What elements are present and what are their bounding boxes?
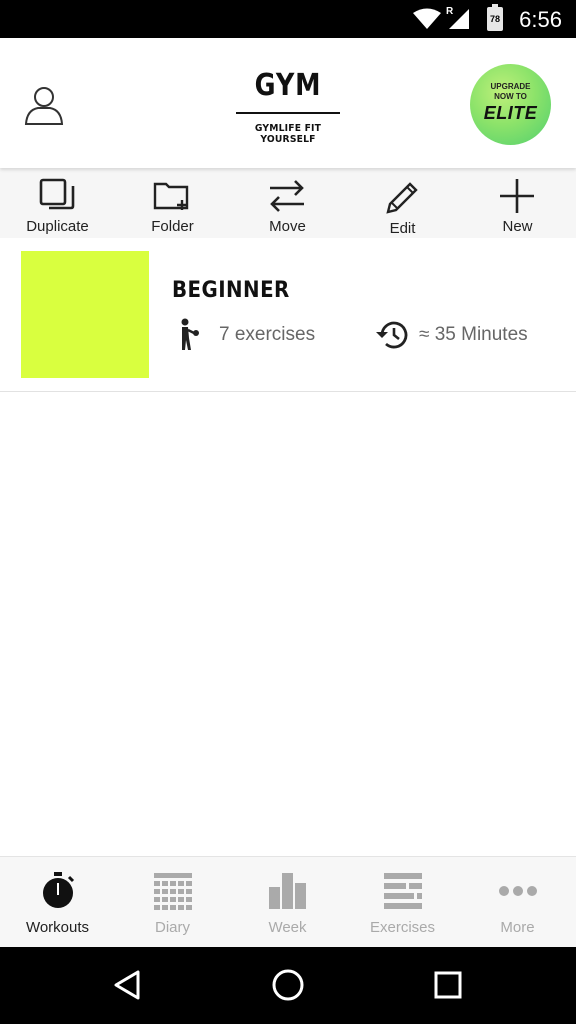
tab-workouts[interactable]: Workouts <box>0 857 115 948</box>
duplicate-icon <box>39 178 75 210</box>
history-clock-icon <box>376 321 408 349</box>
move-arrows-icon <box>270 180 304 212</box>
workout-item[interactable]: BEGINNER 7 exercises ≈ 35 Minutes <box>0 238 576 392</box>
bar-chart-icon <box>269 873 306 909</box>
duplicate-label: Duplicate <box>26 218 89 235</box>
folder-button[interactable]: Folder <box>115 168 230 238</box>
action-toolbar: Duplicate Folder Move Edit New <box>0 168 576 238</box>
calendar-grid-icon <box>154 873 192 910</box>
folder-label: Folder <box>151 218 194 235</box>
exercise-count: 7 exercises <box>219 324 316 345</box>
new-label: New <box>502 218 533 235</box>
profile-icon[interactable] <box>24 84 64 126</box>
tab-week-label: Week <box>268 919 307 936</box>
workout-name: BEGINNER <box>172 278 290 303</box>
plus-icon <box>500 179 534 213</box>
brand-tagline: GYMLIFE FIT YOURSELF <box>254 123 322 145</box>
workout-thumbnail <box>21 251 149 378</box>
wifi-icon <box>413 8 441 29</box>
tab-more[interactable]: More <box>460 857 575 948</box>
edit-label: Edit <box>389 220 416 237</box>
stopwatch-icon <box>43 872 75 908</box>
upgrade-line2: NOW TO <box>494 92 527 101</box>
upgrade-elite-button[interactable]: UPGRADE NOW TO ELITE <box>470 64 551 145</box>
edit-button[interactable]: Edit <box>345 168 460 238</box>
app-header: GYM GYMLIFE FIT YOURSELF UPGRADE NOW TO … <box>0 38 576 168</box>
tab-week[interactable]: Week <box>230 857 345 948</box>
person-exercise-icon <box>181 318 199 350</box>
tab-diary-label: Diary <box>154 919 190 936</box>
new-button[interactable]: New <box>460 168 575 238</box>
folder-add-icon <box>153 182 189 210</box>
home-icon <box>272 969 304 1001</box>
system-navigation-bar <box>0 947 576 1024</box>
status-bar: R 78 6:56 <box>0 0 576 38</box>
cell-signal-icon <box>449 9 469 29</box>
clock: 6:56 <box>519 7 562 32</box>
recents-button[interactable] <box>408 947 488 1024</box>
workout-duration: ≈ 35 Minutes <box>419 324 528 345</box>
home-button[interactable] <box>248 947 328 1024</box>
bottom-navigation: Workouts Diary Week Exercises More <box>0 856 576 948</box>
pencil-icon <box>386 182 418 214</box>
tab-exercises[interactable]: Exercises <box>345 857 460 948</box>
upgrade-line1: UPGRADE <box>490 82 531 91</box>
recents-icon <box>434 971 462 999</box>
upgrade-line3: ELITE <box>483 103 538 123</box>
back-button[interactable] <box>88 947 168 1024</box>
more-dots-icon <box>499 886 537 896</box>
list-bars-icon <box>384 873 422 909</box>
brand-title: GYM <box>254 68 322 103</box>
tab-exercises-label: Exercises <box>369 919 436 936</box>
tab-diary[interactable]: Diary <box>115 857 230 948</box>
move-button[interactable]: Move <box>230 168 345 238</box>
tab-workouts-label: Workouts <box>25 919 90 936</box>
tab-more-label: More <box>500 919 535 936</box>
brand-divider <box>236 112 340 114</box>
battery-icon: 78 <box>487 4 503 31</box>
duplicate-button[interactable]: Duplicate <box>0 168 115 238</box>
move-label: Move <box>269 218 306 235</box>
back-icon <box>114 970 140 1000</box>
